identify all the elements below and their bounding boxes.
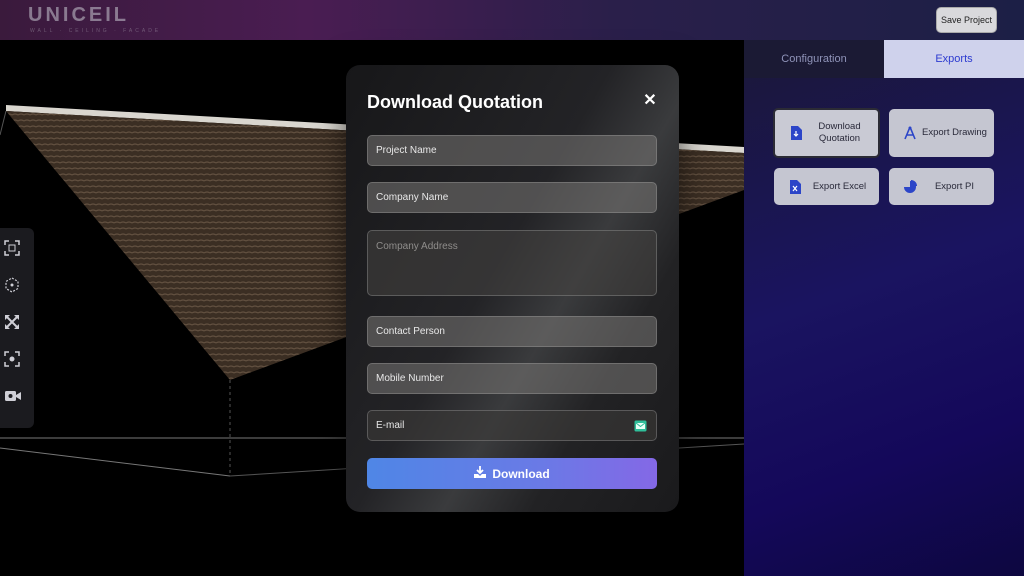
project-name-field[interactable]: Project Name <box>367 135 657 166</box>
fit-view-icon[interactable] <box>4 240 30 266</box>
download-quotation-button[interactable]: Download Quotation <box>773 108 880 158</box>
pie-chart-icon <box>899 179 921 194</box>
contact-person-field[interactable]: Contact Person <box>367 316 657 347</box>
save-project-button[interactable]: Save Project <box>936 7 997 33</box>
company-name-field[interactable]: Company Name <box>367 182 657 213</box>
modal-title: Download Quotation <box>367 92 543 112</box>
export-pi-button[interactable]: Export PI <box>889 168 994 205</box>
download-label: Download <box>492 466 550 481</box>
tab-configuration[interactable]: Configuration <box>744 40 884 78</box>
compass-icon <box>899 126 921 140</box>
email-field-label: E-mail <box>376 420 405 431</box>
document-icon <box>785 126 807 140</box>
close-icon[interactable]: ✕ <box>642 93 658 109</box>
camera-icon[interactable] <box>4 388 30 414</box>
tab-exports[interactable]: Exports <box>884 40 1024 78</box>
mobile-number-field[interactable]: Mobile Number <box>367 363 657 394</box>
mail-icon <box>634 420 647 432</box>
company-address-field[interactable]: Company Address <box>367 230 657 296</box>
cube-view-icon[interactable] <box>4 277 30 303</box>
download-button[interactable]: Download <box>367 458 657 489</box>
top-bar: UNICEIL WALL · CEILING · FACADE Save Pro… <box>0 0 1024 40</box>
export-excel-button[interactable]: Export Excel <box>774 168 879 205</box>
email-field[interactable]: E-mail <box>367 410 657 441</box>
download-quotation-label: Download Quotation <box>818 121 861 144</box>
focus-icon[interactable] <box>4 351 30 377</box>
logo: UNICEIL <box>28 4 129 26</box>
download-icon <box>474 466 487 481</box>
logo-tagline: WALL · CEILING · FACADE <box>30 28 162 34</box>
export-pi-label: Export PI <box>934 180 975 192</box>
export-excel-label: Export Excel <box>812 180 867 192</box>
export-drawing-label: Export Drawing <box>922 127 987 138</box>
expand-icon[interactable] <box>4 314 30 340</box>
view-toolbar <box>0 228 34 428</box>
side-panel: Configuration Exports Download Quotation… <box>744 40 1024 576</box>
panel-tabs: Configuration Exports <box>744 40 1024 78</box>
excel-icon <box>784 179 806 194</box>
export-drawing-button[interactable]: Export Drawing <box>889 109 994 157</box>
download-quotation-modal: Download Quotation ✕ Project Name Compan… <box>346 65 679 512</box>
